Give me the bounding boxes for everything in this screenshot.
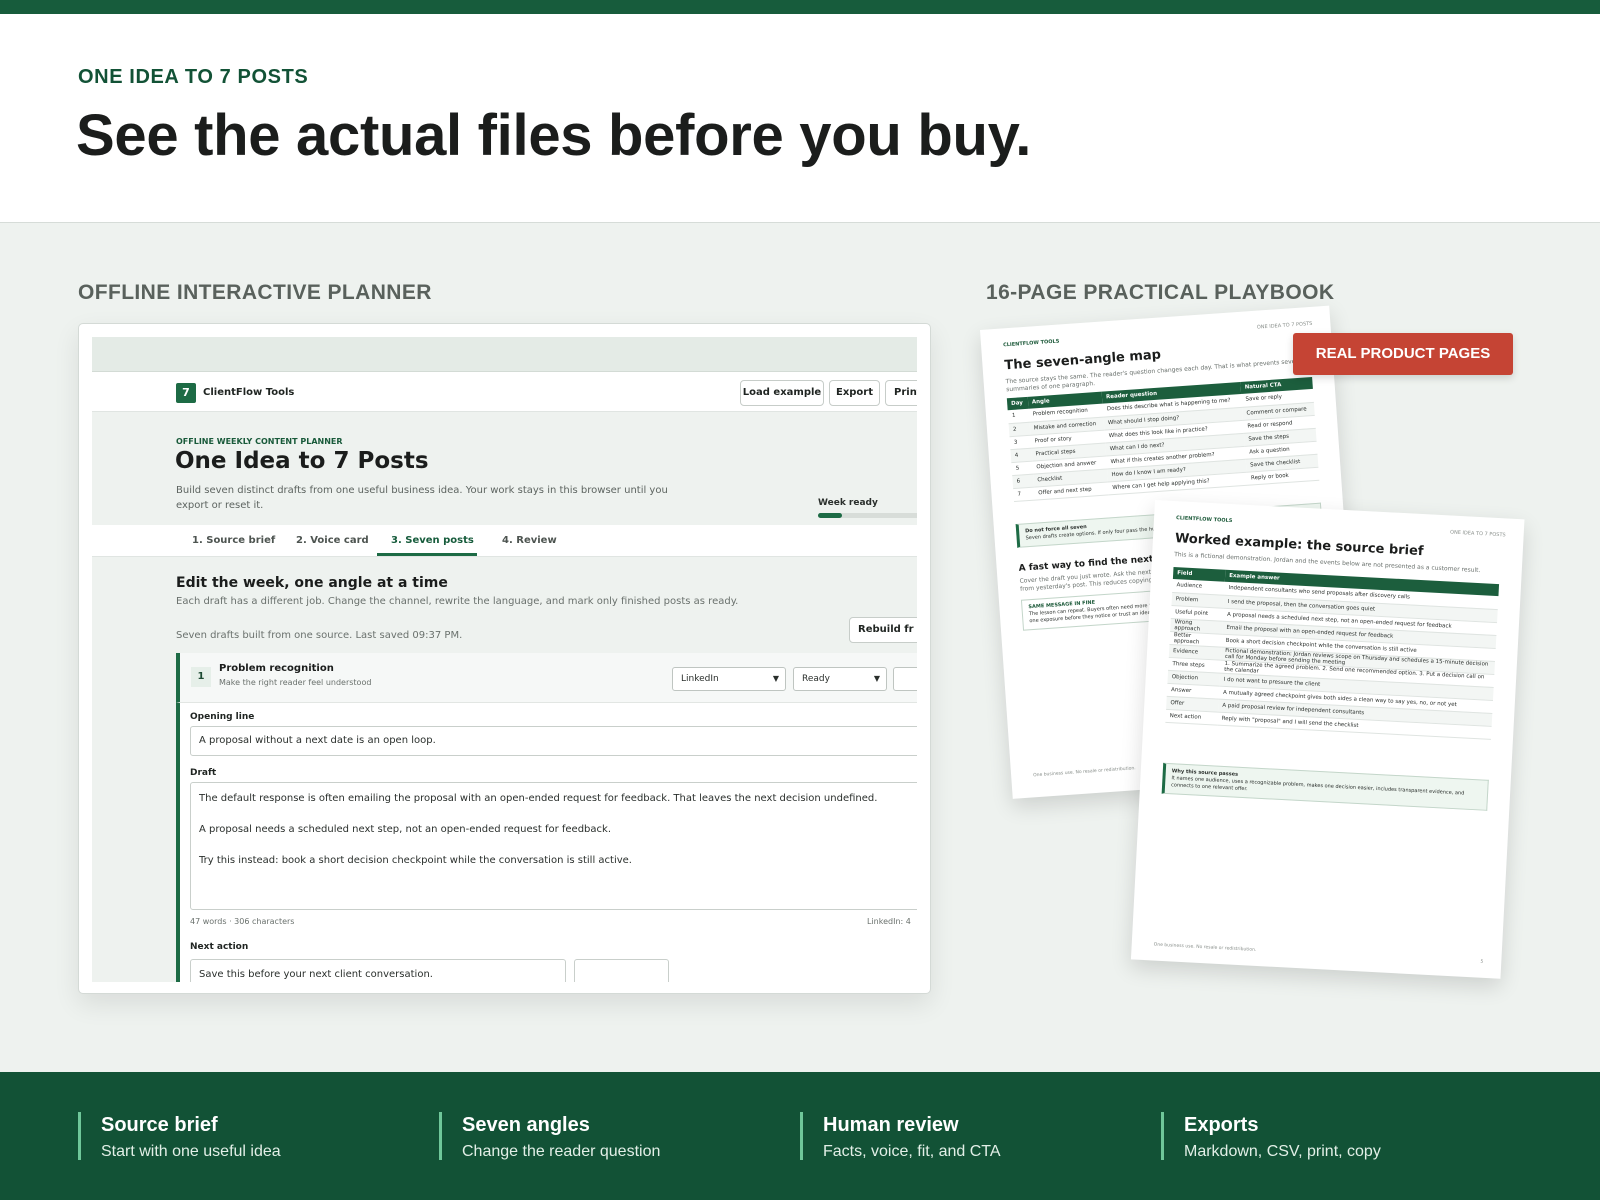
chevron-down-icon: ▼ bbox=[772, 674, 779, 683]
page-number: 5 bbox=[1480, 959, 1484, 965]
next-action-input[interactable]: Save this before your next client conver… bbox=[190, 959, 566, 982]
page-ref: ONE IDEA TO 7 POSTS bbox=[1256, 320, 1313, 331]
feature-desc: Change the reader question bbox=[462, 1143, 661, 1160]
channel-select[interactable]: LinkedIn ▼ bbox=[672, 667, 786, 691]
tab-seven-posts[interactable]: 3. Seven posts bbox=[391, 535, 474, 546]
app-logo: 7 bbox=[176, 383, 196, 403]
planner-description: Build seven distinct drafts from one use… bbox=[176, 485, 668, 511]
real-pages-badge: REAL PRODUCT PAGES bbox=[1293, 333, 1513, 375]
draft-paragraph: The default response is often emailing t… bbox=[199, 793, 878, 804]
channel-limit-note: LinkedIn: 4 bbox=[867, 917, 911, 926]
table-cell: Next action bbox=[1165, 708, 1219, 725]
angle-map-table: Day Angle Reader question Natural CTA 1P… bbox=[1006, 376, 1320, 502]
post-angle-subtitle: Make the right reader feel understood bbox=[219, 678, 372, 687]
feature-seven-angles: Seven angles Change the reader question bbox=[439, 1112, 660, 1160]
tab-voice-card[interactable]: 2. Voice card bbox=[296, 535, 369, 546]
feature-source-brief: Source brief Start with one useful idea bbox=[78, 1112, 281, 1160]
tab-source-brief[interactable]: 1. Source brief bbox=[192, 535, 275, 546]
callout-body: It names one audience, uses a recognizab… bbox=[1170, 775, 1465, 797]
page-ref: ONE IDEA TO 7 POSTS bbox=[1449, 529, 1506, 539]
word-count: 47 words · 306 characters bbox=[190, 917, 295, 926]
draft-textarea[interactable]: The default response is often emailing t… bbox=[190, 782, 917, 910]
next-action-label: Next action bbox=[190, 942, 249, 952]
playbook-section-label: 16-PAGE PRACTICAL PLAYBOOK bbox=[986, 281, 1335, 304]
feature-title: Exports bbox=[1184, 1114, 1259, 1136]
feature-desc: Facts, voice, fit, and CTA bbox=[823, 1143, 1001, 1160]
planner-section-label: OFFLINE INTERACTIVE PLANNER bbox=[78, 281, 432, 304]
print-button[interactable]: Print bbox=[885, 380, 917, 406]
draft-label: Draft bbox=[190, 768, 217, 778]
feature-title: Human review bbox=[823, 1114, 959, 1136]
rebuild-button[interactable]: Rebuild fr bbox=[849, 617, 917, 643]
draft-paragraph: Try this instead: book a short decision … bbox=[199, 855, 632, 866]
week-ready-label: Week ready bbox=[818, 498, 878, 508]
feature-exports: Exports Markdown, CSV, print, copy bbox=[1161, 1112, 1381, 1160]
feature-desc: Start with one useful idea bbox=[101, 1143, 281, 1160]
export-button[interactable]: Export bbox=[829, 380, 880, 406]
page-footer: One business use. No resale or redistrib… bbox=[1153, 942, 1257, 953]
post-number: 1 bbox=[191, 667, 211, 687]
section-title: Edit the week, one angle at a time bbox=[176, 575, 448, 591]
page-footer: One business use. No resale or redistrib… bbox=[1033, 766, 1136, 779]
status-select-value: Ready bbox=[802, 674, 830, 684]
week-ready-progress-fill bbox=[818, 513, 842, 518]
planner-kicker: OFFLINE WEEKLY CONTENT PLANNER bbox=[176, 437, 343, 446]
section-subtitle: Each draft has a different job. Change t… bbox=[176, 596, 739, 607]
opening-line-input[interactable]: A proposal without a next date is an ope… bbox=[190, 726, 917, 756]
week-ready-progress bbox=[818, 513, 917, 518]
feature-title: Seven angles bbox=[462, 1114, 590, 1136]
feature-title: Source brief bbox=[101, 1114, 218, 1136]
hero-eyebrow: ONE IDEA TO 7 POSTS bbox=[78, 66, 309, 88]
tab-review[interactable]: 4. Review bbox=[502, 535, 557, 546]
top-accent-bar bbox=[0, 0, 1600, 14]
channel-select-value: LinkedIn bbox=[681, 674, 719, 684]
playbook-page-worked-example: CLIENTFLOW TOOLS ONE IDEA TO 7 POSTS Wor… bbox=[1130, 500, 1525, 979]
page-callout: Why this source passes It names one audi… bbox=[1161, 762, 1489, 811]
post-angle-title: Problem recognition bbox=[219, 663, 334, 674]
opening-line-label: Opening line bbox=[190, 712, 255, 722]
saved-status: Seven drafts built from one source. Last… bbox=[176, 630, 463, 641]
feature-human-review: Human review Facts, voice, fit, and CTA bbox=[800, 1112, 1001, 1160]
hero-section: ONE IDEA TO 7 POSTS See the actual files… bbox=[0, 14, 1600, 223]
browser-strip bbox=[92, 337, 917, 372]
page-kicker: CLIENTFLOW TOOLS bbox=[1175, 515, 1233, 525]
chevron-down-icon: ▼ bbox=[873, 674, 880, 683]
status-select[interactable]: Ready ▼ bbox=[793, 667, 887, 691]
planner-app-screenshot: 7 ClientFlow Tools Load example Export P… bbox=[92, 337, 917, 982]
table-cell: 7 bbox=[1013, 486, 1035, 502]
source-brief-table: Field Example answer Audience Independent… bbox=[1165, 567, 1500, 739]
app-brand: ClientFlow Tools bbox=[203, 387, 295, 398]
hero-headline: See the actual files before you buy. bbox=[76, 103, 1032, 168]
feature-desc: Markdown, CSV, print, copy bbox=[1184, 1143, 1381, 1160]
planner-preview-card: 7 ClientFlow Tools Load example Export P… bbox=[78, 323, 931, 994]
next-action-select[interactable] bbox=[574, 959, 669, 982]
load-example-button[interactable]: Load example bbox=[740, 380, 824, 406]
draft-paragraph: A proposal needs a scheduled next step, … bbox=[199, 824, 612, 835]
more-select[interactable] bbox=[893, 667, 917, 691]
page-kicker: CLIENTFLOW TOOLS bbox=[1002, 338, 1060, 349]
planner-title: One Idea to 7 Posts bbox=[175, 448, 429, 474]
active-tab-indicator bbox=[377, 553, 477, 556]
